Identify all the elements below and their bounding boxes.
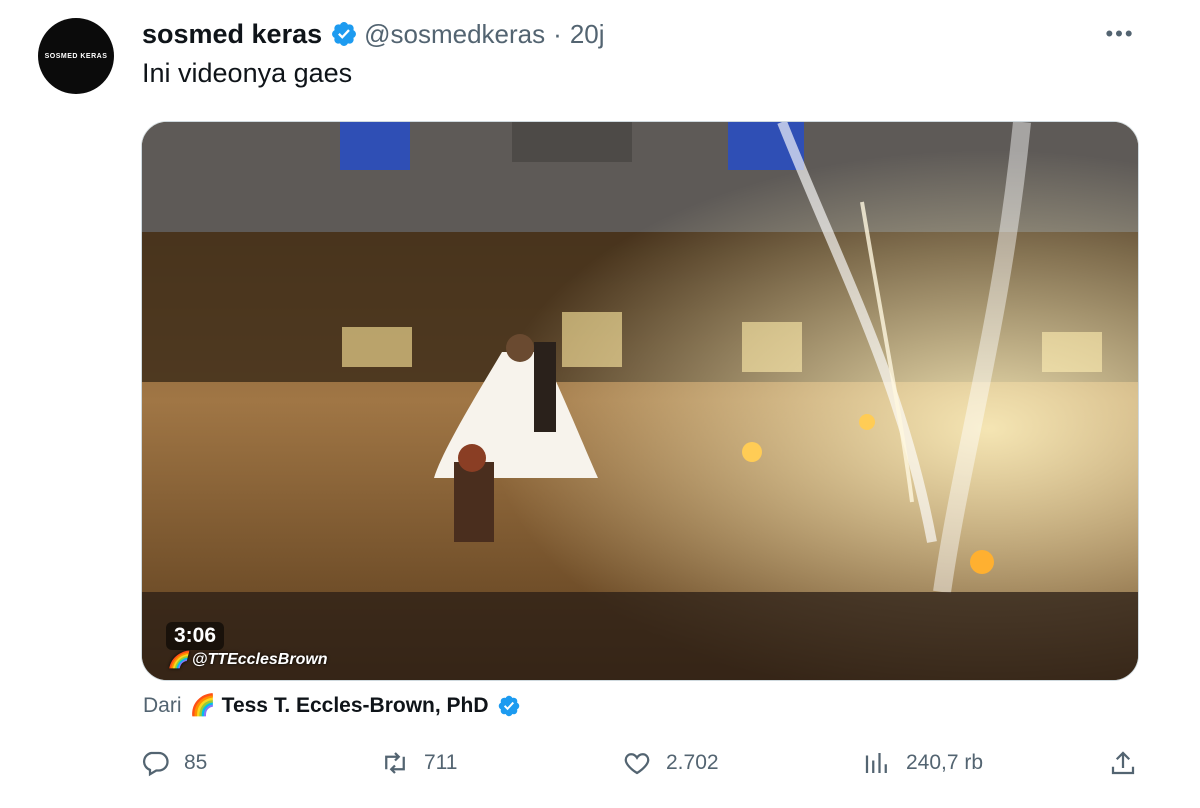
- verified-badge-icon: [498, 695, 519, 717]
- like-count: 2.702: [666, 751, 719, 774]
- more-options-button[interactable]: •••: [1098, 20, 1142, 48]
- video-watermark: 🌈 @TTEcclesBrown: [168, 650, 328, 670]
- views-chart-icon: [865, 753, 887, 773]
- retweet-icon: [385, 752, 405, 774]
- rainbow-icon: 🌈: [168, 652, 188, 669]
- tweet-time[interactable]: 20j: [570, 19, 605, 50]
- watermark-handle: @TTEcclesBrown: [191, 651, 328, 668]
- avatar[interactable]: SOSMED KERAS: [38, 18, 114, 94]
- user-handle[interactable]: @sosmedkeras: [364, 19, 545, 50]
- video-player[interactable]: 3:06 🌈 @TTEcclesBrown: [141, 121, 1139, 681]
- retweet-button[interactable]: 711: [380, 748, 457, 778]
- separator-dot: ·: [553, 18, 562, 49]
- more-horizontal-icon: •••: [1105, 21, 1135, 46]
- video-source: Dari 🌈 Tess T. Eccles-Brown, PhD: [143, 694, 527, 718]
- share-button[interactable]: [1108, 748, 1152, 778]
- video-frame: [142, 122, 1138, 680]
- heart-icon: [624, 753, 650, 775]
- tweet-text: Ini videonya gaes: [142, 58, 353, 88]
- source-name[interactable]: Tess T. Eccles-Brown, PhD: [222, 694, 489, 718]
- like-button[interactable]: 2.702: [622, 748, 719, 778]
- video-duration: 3:06: [166, 622, 225, 650]
- source-label: Dari: [143, 694, 182, 717]
- share-icon: [1111, 751, 1135, 775]
- verified-badge-icon: [332, 22, 357, 46]
- view-count: 240,7 rb: [906, 751, 984, 774]
- retweet-count: 711: [424, 751, 458, 774]
- display-name[interactable]: sosmed keras: [142, 19, 322, 50]
- rainbow-icon: 🌈: [189, 694, 216, 717]
- reply-button[interactable]: 85: [140, 748, 207, 778]
- reply-count: 85: [184, 751, 208, 774]
- reply-icon: [143, 751, 169, 777]
- views-button[interactable]: 240,7 rb: [862, 748, 983, 778]
- tweet-actions: 85 711 2.702 240,7 rb: [140, 748, 1150, 788]
- tweet-header: sosmed keras @sosmedkeras · 20j: [142, 16, 605, 52]
- avatar-text: SOSMED KERAS: [44, 52, 108, 60]
